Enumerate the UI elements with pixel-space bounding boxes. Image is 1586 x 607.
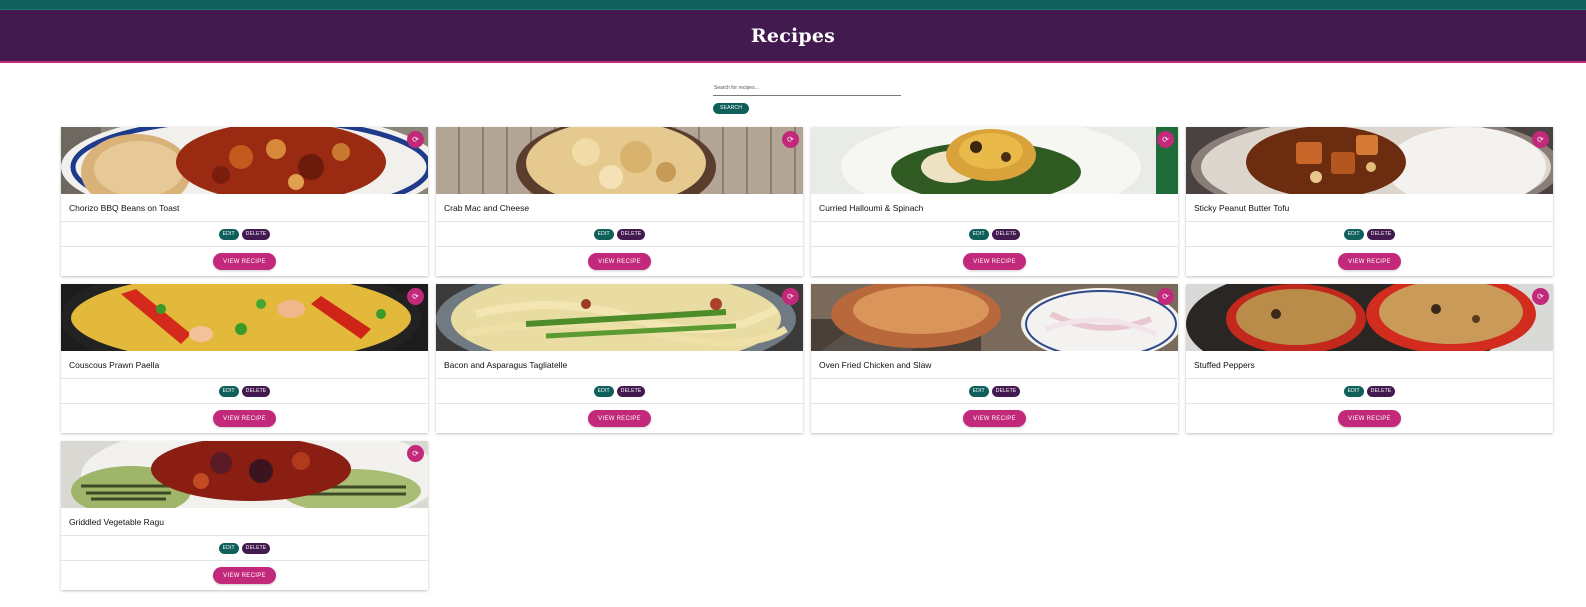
recipe-card: ⟳ Stuffed Peppers EDIT DELETE VIEW RECIP…	[1186, 284, 1553, 433]
recipe-title: Stuffed Peppers	[1186, 351, 1553, 379]
recipe-actions: EDIT DELETE	[811, 379, 1178, 404]
recipe-footer: VIEW RECIPE	[1186, 404, 1553, 433]
recipe-image: ⟳	[61, 284, 428, 351]
refresh-icon[interactable]: ⟳	[1532, 288, 1549, 305]
refresh-icon[interactable]: ⟳	[1157, 288, 1174, 305]
recipe-title: Chorizo BBQ Beans on Toast	[61, 194, 428, 222]
edit-button[interactable]: EDIT	[218, 542, 239, 554]
edit-button[interactable]: EDIT	[218, 228, 239, 240]
crab-mac-cheese-image	[436, 127, 803, 194]
refresh-icon[interactable]: ⟳	[407, 131, 424, 148]
recipe-image: ⟳	[1186, 284, 1553, 351]
recipe-actions: EDIT DELETE	[1186, 379, 1553, 404]
view-recipe-button[interactable]: VIEW RECIPE	[213, 567, 276, 584]
fried-chicken-slaw-image	[811, 284, 1178, 351]
recipe-footer: VIEW RECIPE	[436, 247, 803, 276]
recipe-title: Curried Halloumi & Spinach	[811, 194, 1178, 222]
edit-button[interactable]: EDIT	[218, 385, 239, 397]
recipe-card: ⟳ Crab Mac and Cheese EDIT DELETE VIEW R…	[436, 127, 803, 276]
recipe-card: ⟳ Bacon and Asparagus Tagliatelle EDIT D…	[436, 284, 803, 433]
recipe-image: ⟳	[436, 284, 803, 351]
recipe-footer: VIEW RECIPE	[61, 404, 428, 433]
search-input[interactable]	[713, 81, 901, 96]
page-title: Recipes	[750, 24, 836, 47]
recipe-title: Bacon and Asparagus Tagliatelle	[436, 351, 803, 379]
recipe-footer: VIEW RECIPE	[61, 561, 428, 590]
recipe-footer: VIEW RECIPE	[1186, 247, 1553, 276]
delete-button[interactable]: DELETE	[616, 385, 646, 397]
view-recipe-button[interactable]: VIEW RECIPE	[963, 253, 1026, 270]
page-header: Recipes	[0, 10, 1586, 63]
view-recipe-button[interactable]: VIEW RECIPE	[1338, 253, 1401, 270]
tagliatelle-asparagus-image	[436, 284, 803, 351]
refresh-icon[interactable]: ⟳	[1532, 131, 1549, 148]
chorizo-beans-toast-image	[61, 127, 428, 194]
recipe-title: Oven Fried Chicken and Slaw	[811, 351, 1178, 379]
edit-button[interactable]: EDIT	[593, 385, 614, 397]
refresh-icon[interactable]: ⟳	[407, 288, 424, 305]
recipe-actions: EDIT DELETE	[436, 379, 803, 404]
recipe-actions: EDIT DELETE	[436, 222, 803, 247]
edit-button[interactable]: EDIT	[968, 385, 989, 397]
edit-button[interactable]: EDIT	[1343, 385, 1364, 397]
stuffed-peppers-image	[1186, 284, 1553, 351]
edit-button[interactable]: EDIT	[1343, 228, 1364, 240]
delete-button[interactable]: DELETE	[1366, 228, 1396, 240]
search-form: SEARCH	[713, 76, 901, 114]
edit-button[interactable]: EDIT	[593, 228, 614, 240]
delete-button[interactable]: DELETE	[241, 228, 271, 240]
view-recipe-button[interactable]: VIEW RECIPE	[588, 253, 651, 270]
recipe-title: Griddled Vegetable Ragu	[61, 508, 428, 536]
delete-button[interactable]: DELETE	[241, 542, 271, 554]
refresh-icon[interactable]: ⟳	[407, 445, 424, 462]
recipe-card: ⟳ Sticky Peanut Butter Tofu EDIT DELETE …	[1186, 127, 1553, 276]
refresh-icon[interactable]: ⟳	[782, 288, 799, 305]
recipe-title: Couscous Prawn Paella	[61, 351, 428, 379]
recipe-title: Crab Mac and Cheese	[436, 194, 803, 222]
recipe-actions: EDIT DELETE	[61, 536, 428, 561]
recipe-actions: EDIT DELETE	[61, 379, 428, 404]
view-recipe-button[interactable]: VIEW RECIPE	[213, 410, 276, 427]
griddled-vegetable-ragu-image	[61, 441, 428, 508]
delete-button[interactable]: DELETE	[616, 228, 646, 240]
recipe-image: ⟳	[61, 441, 428, 508]
recipe-title: Sticky Peanut Butter Tofu	[1186, 194, 1553, 222]
delete-button[interactable]: DELETE	[991, 228, 1021, 240]
sticky-tofu-rice-image	[1186, 127, 1553, 194]
refresh-icon[interactable]: ⟳	[1157, 131, 1174, 148]
top-accent-bar	[0, 0, 1586, 10]
refresh-icon[interactable]: ⟳	[782, 131, 799, 148]
search-button[interactable]: SEARCH	[713, 102, 750, 114]
recipe-image: ⟳	[811, 284, 1178, 351]
recipe-image: ⟳	[1186, 127, 1553, 194]
recipe-actions: EDIT DELETE	[811, 222, 1178, 247]
view-recipe-button[interactable]: VIEW RECIPE	[1338, 410, 1401, 427]
recipe-image: ⟳	[436, 127, 803, 194]
view-recipe-button[interactable]: VIEW RECIPE	[588, 410, 651, 427]
recipe-image: ⟳	[811, 127, 1178, 194]
recipe-image: ⟳	[61, 127, 428, 194]
recipe-footer: VIEW RECIPE	[436, 404, 803, 433]
recipe-card: ⟳ Curried Halloumi & Spinach EDIT DELETE…	[811, 127, 1178, 276]
delete-button[interactable]: DELETE	[241, 385, 271, 397]
couscous-paella-image	[61, 284, 428, 351]
edit-button[interactable]: EDIT	[968, 228, 989, 240]
recipe-actions: EDIT DELETE	[1186, 222, 1553, 247]
recipe-actions: EDIT DELETE	[61, 222, 428, 247]
recipe-card: ⟳ Griddled Vegetable Ragu EDIT DELETE VI…	[61, 441, 428, 590]
recipe-card: ⟳ Couscous Prawn Paella EDIT DELETE VIEW…	[61, 284, 428, 433]
curried-halloumi-spinach-image	[811, 127, 1178, 194]
recipe-grid: ⟳ Chorizo BBQ Beans on Toast EDIT DELETE…	[61, 127, 1553, 590]
view-recipe-button[interactable]: VIEW RECIPE	[963, 410, 1026, 427]
delete-button[interactable]: DELETE	[1366, 385, 1396, 397]
view-recipe-button[interactable]: VIEW RECIPE	[213, 253, 276, 270]
recipe-footer: VIEW RECIPE	[811, 247, 1178, 276]
recipe-card: ⟳ Oven Fried Chicken and Slaw EDIT DELET…	[811, 284, 1178, 433]
recipe-footer: VIEW RECIPE	[61, 247, 428, 276]
delete-button[interactable]: DELETE	[991, 385, 1021, 397]
recipe-footer: VIEW RECIPE	[811, 404, 1178, 433]
recipe-card: ⟳ Chorizo BBQ Beans on Toast EDIT DELETE…	[61, 127, 428, 276]
